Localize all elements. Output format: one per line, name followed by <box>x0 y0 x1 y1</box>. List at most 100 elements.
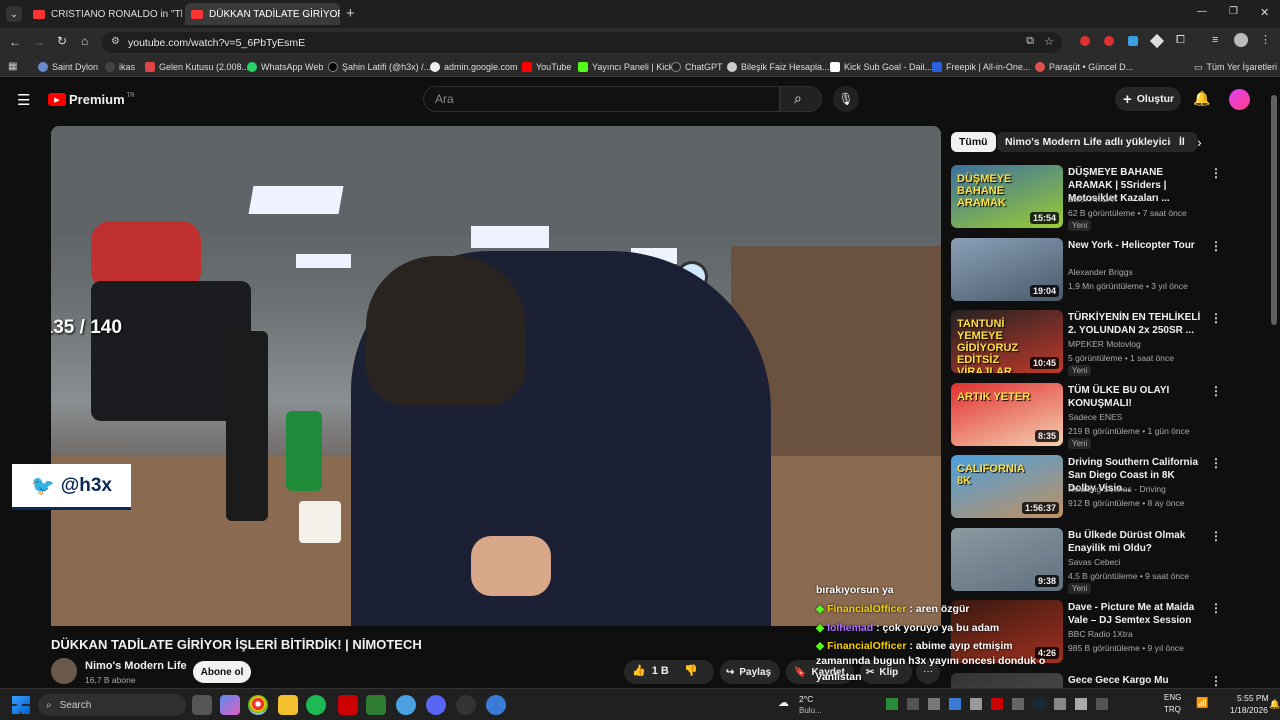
apps-grid-icon[interactable]: ▦ <box>8 61 17 72</box>
microphone-icon[interactable]: 🎙 <box>833 86 859 112</box>
channel-name[interactable]: Nimo's Modern Life <box>85 660 187 672</box>
tray-icon[interactable] <box>1012 698 1024 710</box>
minimize-button[interactable]: — <box>1197 6 1207 17</box>
video-card-title[interactable]: Gece Gece Kargo Mu Dağıtır? - Amerika'da… <box>1068 674 1204 689</box>
steam-icon[interactable] <box>1033 698 1045 710</box>
site-info-icon[interactable]: ⚙ <box>111 36 120 47</box>
copilot-icon[interactable] <box>220 695 240 715</box>
wifi-icon[interactable]: 📶 <box>1196 698 1208 709</box>
video-thumbnail[interactable]: 19:04 <box>951 237 1063 301</box>
app-icon[interactable] <box>338 695 358 715</box>
app-icon[interactable] <box>486 695 506 715</box>
video-card-channel[interactable]: Relaxing Scenes - Driving <box>1068 484 1166 494</box>
search-button[interactable]: ⌕ <box>780 86 822 112</box>
hamburger-menu-icon[interactable]: ☰ <box>17 91 30 109</box>
bookmark-item[interactable]: Şahin Latifi (@h3x) /... <box>328 57 431 77</box>
tray-icon[interactable] <box>949 698 961 710</box>
windows-start-icon[interactable] <box>12 696 30 714</box>
app-icon[interactable] <box>396 695 416 715</box>
bookmark-item[interactable]: Bileşik Faiz Hesapla... <box>727 57 830 77</box>
create-button[interactable]: + Oluştur <box>1115 87 1181 111</box>
chip-all[interactable]: Tümü <box>951 132 996 152</box>
back-icon[interactable]: ← <box>9 35 21 49</box>
tray-icon[interactable] <box>1096 698 1108 710</box>
more-options-icon[interactable]: ⋮ <box>1210 311 1222 325</box>
more-options-icon[interactable]: ⋮ <box>1210 529 1222 543</box>
video-card-channel[interactable]: Alexander Briggs <box>1068 267 1133 277</box>
home-icon[interactable]: ⌂ <box>81 34 88 48</box>
restore-button[interactable]: ❐ <box>1229 6 1238 17</box>
extension-icon[interactable] <box>1080 36 1090 46</box>
clock-time[interactable]: 5:55 PM <box>1237 693 1269 703</box>
chat-username[interactable]: FinancialOfficer <box>827 640 906 652</box>
app-icon[interactable] <box>456 695 476 715</box>
reading-list-icon[interactable]: ≡ <box>1212 34 1218 46</box>
notification-icon[interactable]: 🔔 <box>1269 699 1280 710</box>
tray-icon[interactable] <box>907 698 919 710</box>
chat-username[interactable]: lolhemad <box>827 622 873 634</box>
dislike-button[interactable]: 👎 <box>684 664 698 677</box>
bookmark-item[interactable]: Freepik | All-in-One... <box>932 57 1030 77</box>
extensions-puzzle-icon[interactable]: ⧠ <box>1176 34 1185 47</box>
video-card-title[interactable]: TÜRKİYENİN EN TEHLİKELİ 2. YOLUNDAN 2x 2… <box>1068 311 1204 337</box>
task-view-icon[interactable] <box>192 695 212 715</box>
bookmark-item[interactable]: Saint Dylon <box>38 57 98 77</box>
video-card-channel[interactable]: Savas Cebeci <box>1068 557 1120 567</box>
profile-avatar[interactable] <box>1234 33 1248 47</box>
video-card-channel[interactable]: BBC Radio 1Xtra <box>1068 629 1133 639</box>
weather-temp[interactable]: 2°C <box>799 694 813 704</box>
language-indicator[interactable]: ENG <box>1164 693 1181 702</box>
like-button[interactable]: 👍 1 B <box>632 664 669 678</box>
more-options-icon[interactable]: ⋮ <box>1210 456 1222 470</box>
video-card-channel[interactable]: Zafer AKCAY <box>1068 194 1118 204</box>
extension-icon[interactable] <box>1104 36 1114 46</box>
avatar[interactable] <box>1229 89 1250 110</box>
close-window-button[interactable]: ✕ <box>1260 6 1269 19</box>
notifications-bell-icon[interactable]: 🔔 <box>1193 90 1210 107</box>
video-card-channel[interactable]: MPEKER Motovlog <box>1068 339 1141 349</box>
discord-icon[interactable] <box>426 695 446 715</box>
search-input[interactable]: Ara <box>423 86 780 112</box>
scrollbar[interactable] <box>1271 95 1277 325</box>
forward-icon[interactable]: → <box>33 35 45 49</box>
video-card-title[interactable]: Dave - Picture Me at Maida Vale – DJ Sem… <box>1068 601 1204 627</box>
tray-icon[interactable] <box>970 698 982 710</box>
chrome-icon[interactable] <box>248 695 268 715</box>
bookmark-item[interactable]: WhatsApp Web <box>247 57 323 77</box>
tab-dukkan[interactable]: DÜKKAN TADİLATE GİRİYOR 🔊 × <box>185 3 340 25</box>
excel-icon[interactable] <box>366 695 386 715</box>
bookmark-item[interactable]: Yayıncı Paneli | Kick <box>578 57 673 77</box>
extension-icon[interactable] <box>1128 36 1138 46</box>
browser-menu-icon[interactable]: ⋮ <box>1260 33 1271 46</box>
more-options-icon[interactable]: ⋮ <box>1210 601 1222 615</box>
tab-search-icon[interactable]: ⌄ <box>6 6 22 22</box>
new-tab-button[interactable]: + <box>346 5 355 22</box>
more-options-icon[interactable]: ⋮ <box>1210 239 1222 253</box>
keyboard-layout[interactable]: TRQ <box>1164 705 1181 714</box>
more-options-icon[interactable]: ⋮ <box>1210 384 1222 398</box>
bookmark-item[interactable]: Kick Sub Goal - Dail... <box>830 57 932 77</box>
video-card-title[interactable]: TÜM ÜLKE BU OLAYI KONUŞMALI! <box>1068 384 1204 410</box>
video-thumbnail[interactable] <box>951 672 1063 688</box>
bookmark-star-icon[interactable]: ☆ <box>1044 35 1054 48</box>
youtube-premium-logo[interactable]: ▶ Premium TR <box>48 92 135 107</box>
url-field[interactable]: ⚙ youtube.com/watch?v=5_6PbTyEsmE ⧉ ☆ <box>102 32 1062 53</box>
all-bookmarks-button[interactable]: ▭ Tüm Yer İşaretleri <box>1194 57 1277 77</box>
video-thumbnail[interactable]: DÜŞMEYE BAHANE ARAMAK 15:54 <box>951 165 1063 228</box>
spotify-icon[interactable] <box>306 695 326 715</box>
video-thumbnail[interactable]: TANTUNİ YEMEYE GİDİYORUZ EDİTSİZ VİRAJLA… <box>951 310 1063 373</box>
tab-cristiano[interactable]: CRISTIANO RONALDO in "The × <box>27 3 182 25</box>
chevron-right-icon[interactable]: › <box>1197 134 1202 150</box>
video-thumbnail[interactable]: 9:38 <box>951 527 1063 591</box>
taskbar-search[interactable]: ⌕ Search <box>38 694 186 716</box>
share-button[interactable]: ↪ Paylaş <box>720 660 780 684</box>
clock-date[interactable]: 1/18/2026 <box>1230 705 1268 715</box>
bookmark-item[interactable]: ikas <box>105 57 135 77</box>
bookmark-item[interactable]: YouTube <box>522 57 571 77</box>
bookmark-item[interactable]: admin.google.com <box>430 57 518 77</box>
video-card-channel[interactable]: Sadece ENES <box>1068 412 1122 422</box>
video-thumbnail[interactable]: CALIFORNIA 8K 1:56:37 <box>951 455 1063 518</box>
bookmark-item[interactable]: Gelen Kutusu (2.008... <box>145 57 249 77</box>
video-card-title[interactable]: Bu Ülkede Dürüst Olmak Enayilik mi Oldu? <box>1068 529 1204 555</box>
bookmark-item[interactable]: Paraşüt • Güncel D... <box>1035 57 1133 77</box>
